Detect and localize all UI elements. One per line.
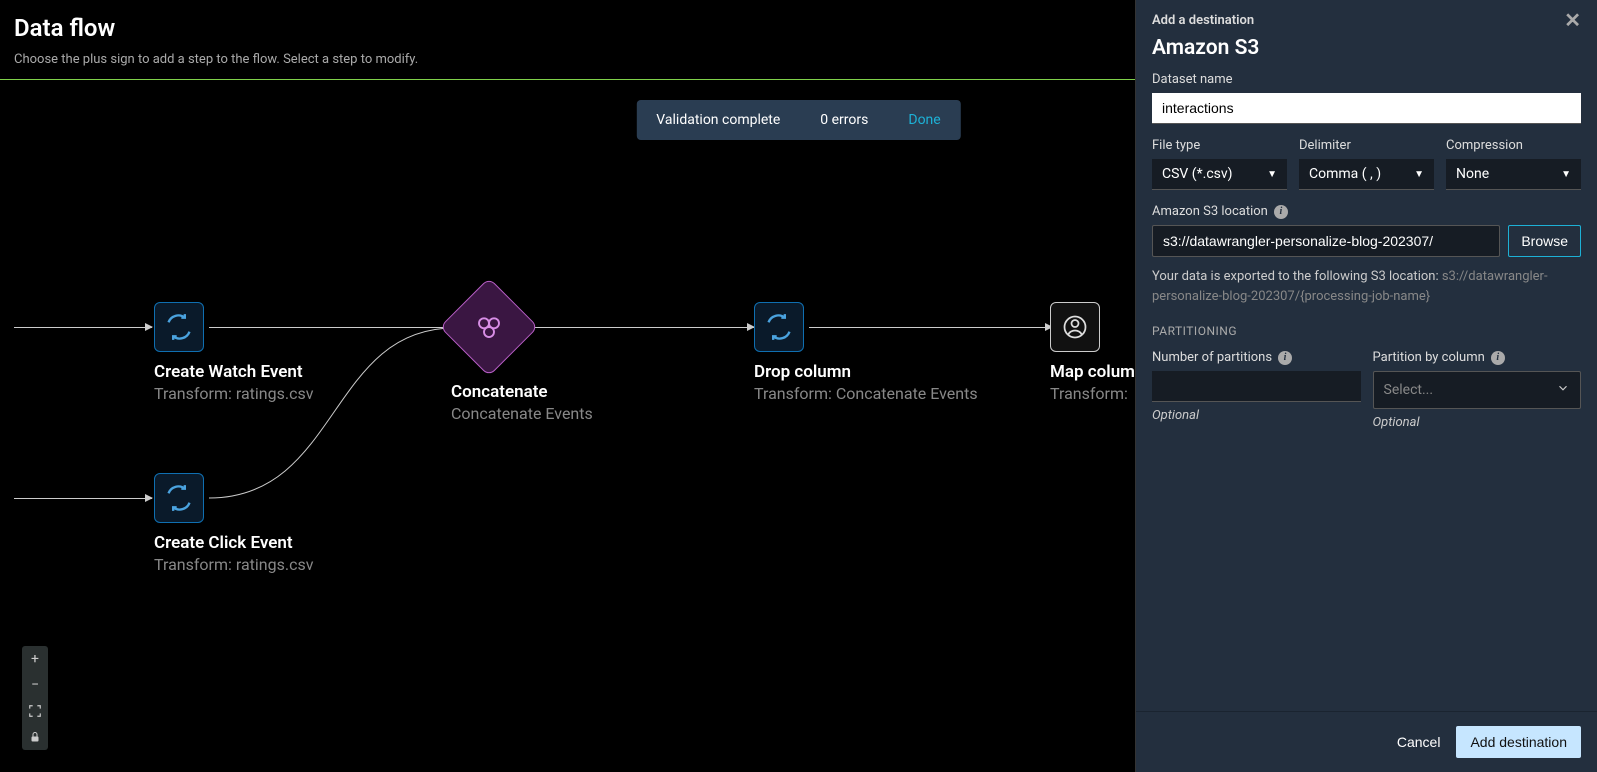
node-title: Create Click Event (154, 533, 414, 553)
info-icon[interactable]: i (1274, 205, 1288, 219)
num-partitions-input[interactable] (1152, 371, 1361, 402)
optional-hint: Optional (1152, 408, 1361, 423)
chevron-down-icon (1556, 381, 1570, 399)
flow-edge (14, 498, 152, 499)
add-destination-button[interactable]: Add destination (1456, 726, 1581, 758)
zoom-in-button[interactable]: + (22, 646, 48, 672)
node-create-click-event[interactable]: Create Click Event Transform: ratings.cs… (154, 473, 414, 574)
flow-edge (14, 327, 152, 328)
file-type-label: File type (1152, 138, 1287, 153)
compression-select[interactable]: None▼ (1446, 159, 1581, 190)
delimiter-select[interactable]: Comma ( , )▼ (1299, 159, 1434, 190)
file-type-select[interactable]: CSV (*.csv)▼ (1152, 159, 1287, 190)
partition-column-select[interactable]: Select... (1373, 371, 1582, 409)
close-icon[interactable]: ✕ (1564, 8, 1581, 32)
info-icon[interactable]: i (1491, 351, 1505, 365)
flow-edge (519, 327, 754, 328)
dataset-name-label: Dataset name (1152, 72, 1581, 87)
optional-hint: Optional (1373, 415, 1582, 430)
validation-status: Validation complete (656, 112, 780, 128)
map-icon (1050, 302, 1100, 352)
transform-icon (154, 302, 204, 352)
dataset-name-input[interactable] (1152, 93, 1581, 124)
chevron-down-icon: ▼ (1414, 169, 1424, 180)
chevron-down-icon: ▼ (1267, 169, 1277, 180)
info-icon[interactable]: i (1278, 351, 1292, 365)
validation-toast: Validation complete 0 errors Done (636, 100, 960, 140)
s3-location-label: Amazon S3 location i (1152, 204, 1581, 219)
node-title: Drop column (754, 362, 1014, 382)
delimiter-label: Delimiter (1299, 138, 1434, 153)
partitioning-section-label: PARTITIONING (1152, 324, 1581, 338)
s3-location-input[interactable] (1152, 225, 1500, 257)
chevron-down-icon: ▼ (1561, 169, 1571, 180)
node-subtitle: Transform: Concatenate Events (754, 384, 1014, 403)
panel-title: Amazon S3 (1136, 32, 1597, 72)
node-title: Create Watch Event (154, 362, 414, 382)
node-title: Concatenate (451, 382, 711, 402)
transform-icon (154, 473, 204, 523)
node-subtitle: Transform: ratings.csv (154, 384, 414, 403)
zoom-out-button[interactable]: − (22, 672, 48, 698)
transform-icon (754, 302, 804, 352)
concatenate-icon (455, 293, 523, 361)
panel-breadcrumb: Add a destination (1152, 13, 1254, 28)
zoom-fit-button[interactable] (22, 698, 48, 724)
partition-column-label: Partition by column i (1373, 350, 1582, 365)
node-subtitle: Transform: ratings.csv (154, 555, 414, 574)
validation-done-link[interactable]: Done (908, 112, 940, 128)
node-create-watch-event[interactable]: Create Watch Event Transform: ratings.cs… (154, 302, 414, 403)
browse-button[interactable]: Browse (1508, 225, 1581, 257)
zoom-controls: + − (22, 646, 48, 750)
node-subtitle: Concatenate Events (451, 404, 711, 423)
node-drop-column[interactable]: Drop column Transform: Concatenate Event… (754, 302, 1014, 403)
s3-helper-text: Your data is exported to the following S… (1152, 267, 1581, 306)
lock-button[interactable] (22, 724, 48, 750)
num-partitions-label: Number of partitions i (1152, 350, 1361, 365)
cancel-button[interactable]: Cancel (1397, 726, 1441, 758)
validation-errors: 0 errors (820, 112, 868, 128)
compression-label: Compression (1446, 138, 1581, 153)
destination-panel: Add a destination ✕ Amazon S3 Dataset na… (1135, 0, 1597, 772)
